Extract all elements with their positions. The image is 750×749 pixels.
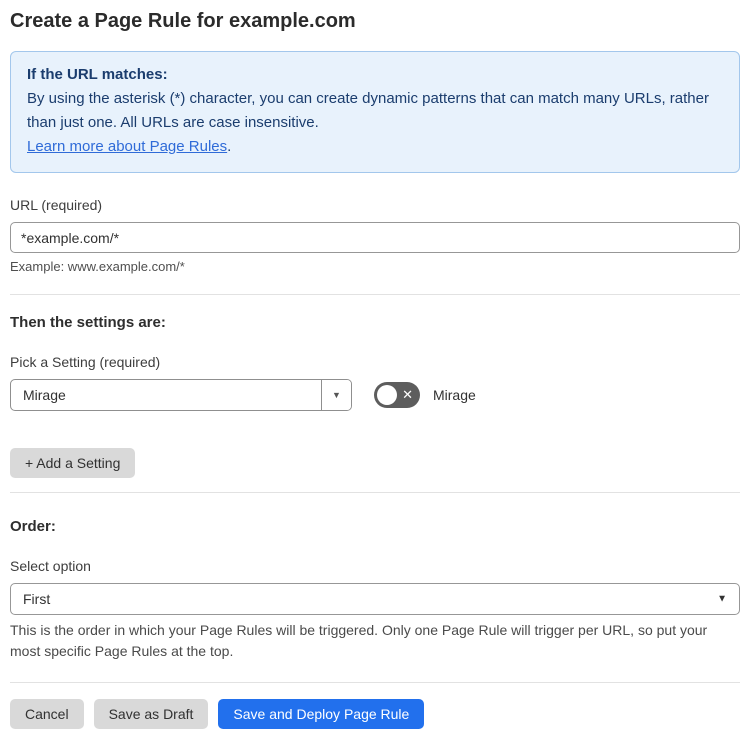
setting-select[interactable]: Mirage ▼: [10, 379, 352, 411]
divider: [10, 682, 740, 683]
create-page-rule-panel: Create a Page Rule for example.com If th…: [0, 0, 750, 749]
setting-select-caret-button[interactable]: ▼: [321, 380, 351, 410]
order-select-label: Select option: [10, 558, 91, 574]
setting-row: Mirage ▼ ✕ Mirage: [10, 379, 740, 411]
order-section-heading: Order:: [10, 518, 56, 535]
footer-actions: Cancel Save as Draft Save and Deploy Pag…: [10, 699, 740, 729]
url-match-info-box: If the URL matches: By using the asteris…: [10, 51, 740, 173]
order-select[interactable]: First ▼: [10, 583, 740, 615]
url-helper-text: Example: www.example.com/*: [10, 259, 185, 274]
divider: [10, 492, 740, 493]
learn-more-link[interactable]: Learn more about Page Rules: [27, 138, 227, 155]
toggle-off-x-icon: ✕: [402, 387, 413, 403]
url-input[interactable]: [10, 222, 740, 253]
save-as-draft-button[interactable]: Save as Draft: [93, 699, 209, 729]
toggle-knob: [377, 385, 397, 405]
link-suffix: .: [227, 138, 232, 155]
info-box-link-line: Learn more about Page Rules.: [27, 135, 723, 159]
settings-section-heading: Then the settings are:: [10, 314, 166, 331]
info-box-body: By using the asterisk (*) character, you…: [27, 90, 709, 131]
pick-setting-label: Pick a Setting (required): [10, 354, 161, 370]
info-box-heading: If the URL matches:: [27, 66, 168, 83]
add-setting-button[interactable]: + Add a Setting: [10, 448, 136, 478]
url-field-label: URL (required): [10, 197, 103, 213]
chevron-down-icon: ▼: [717, 593, 727, 605]
setting-select-value: Mirage: [23, 387, 66, 403]
order-helper-text: This is the order in which your Page Rul…: [10, 622, 708, 659]
cancel-button[interactable]: Cancel: [10, 699, 84, 729]
order-select-value: First: [23, 591, 51, 607]
toggle-label: Mirage: [433, 387, 476, 403]
save-and-deploy-button[interactable]: Save and Deploy Page Rule: [218, 699, 425, 729]
mirage-toggle[interactable]: ✕: [374, 382, 420, 408]
divider: [10, 294, 740, 295]
page-title: Create a Page Rule for example.com: [10, 10, 356, 32]
chevron-down-icon: ▼: [332, 390, 341, 400]
